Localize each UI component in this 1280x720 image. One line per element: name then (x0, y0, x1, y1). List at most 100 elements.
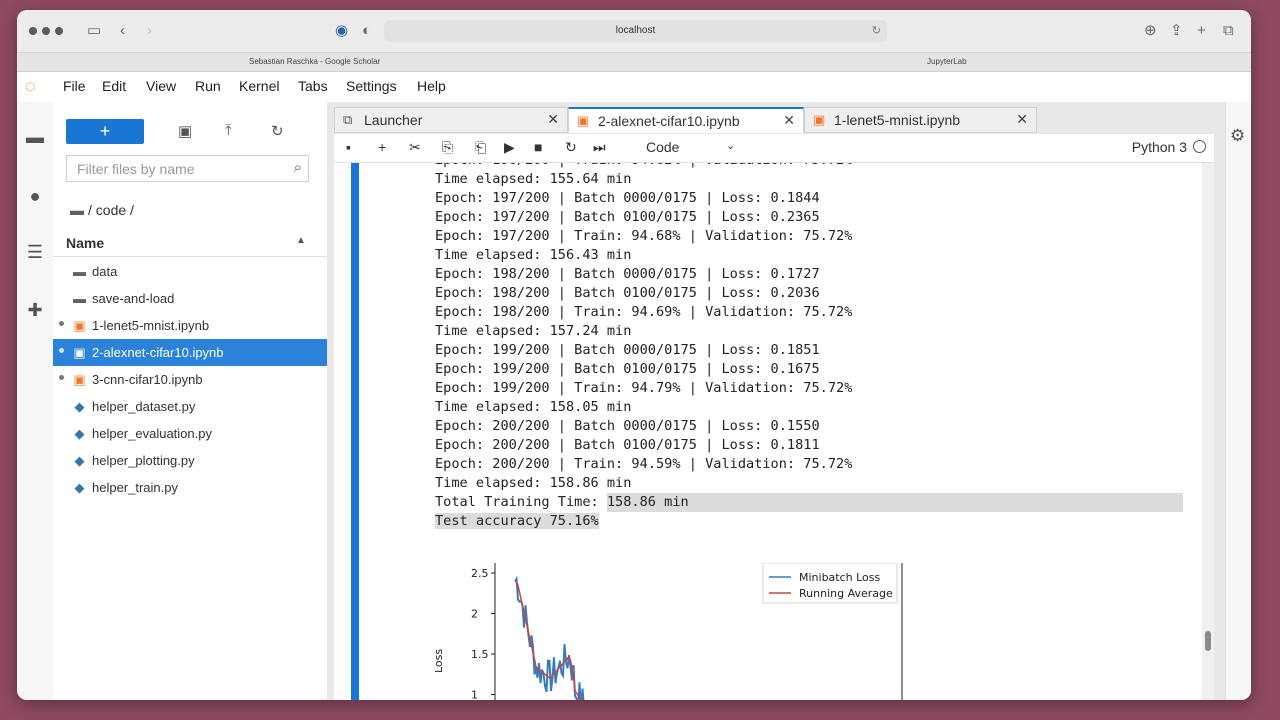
notebook-icon: ▣ (577, 113, 590, 128)
filter-files-input[interactable] (67, 156, 289, 182)
tab-launcher[interactable]: ⧉ Launcher ✕ (334, 107, 568, 133)
menu-view[interactable]: View (146, 78, 176, 94)
file-item[interactable]: ◆ helper_dataset.py (53, 393, 327, 420)
file-item[interactable]: ◆ helper_plotting.py (53, 447, 327, 474)
shield-icon[interactable]: ◐ (362, 22, 371, 40)
scrollbar-thumb[interactable] (1205, 631, 1211, 651)
forward-icon[interactable]: › (147, 22, 152, 40)
file-item[interactable]: ▬ save-and-load (53, 285, 327, 312)
output-line: Time elapsed: 158.05 min (435, 399, 632, 415)
cut-icon[interactable]: ✂ (409, 139, 421, 156)
right-sidebar: ⚙ (1225, 102, 1251, 700)
name-column-header[interactable]: Name (66, 235, 104, 251)
menu-tabs[interactable]: Tabs (298, 78, 328, 94)
menu-settings[interactable]: Settings (346, 78, 397, 94)
file-item[interactable]: ▣ 3-cnn-cifar10.ipynb (53, 366, 327, 393)
restart-icon[interactable]: ↻ (565, 139, 577, 156)
close-window-button[interactable] (29, 27, 37, 35)
tab-label: 2-alexnet-cifar10.ipynb (598, 113, 740, 129)
privacy-icon[interactable]: ◉ (335, 22, 348, 40)
notebook-toolbar: ▪ + ✂ ⎘ ⎗ ▶ ■ ↻ ⏭ Code ⌄ Python 3 (334, 134, 1214, 163)
notebook-icon: ▣ (73, 318, 86, 333)
stop-icon[interactable]: ■ (534, 139, 542, 155)
file-name: data (92, 264, 118, 279)
address-bar[interactable]: localhost ↻ (384, 20, 887, 42)
upload-icon[interactable]: ⤒ (225, 122, 232, 139)
refresh-icon[interactable]: ↻ (271, 122, 284, 140)
copy-icon[interactable]: ⎘ (442, 139, 453, 156)
browser-tab-jupyterlab[interactable]: JupyterLab (927, 57, 967, 66)
menu-kernel[interactable]: Kernel (239, 78, 279, 94)
menu-edit[interactable]: Edit (102, 78, 126, 94)
cell-type-select[interactable]: Code ⌄ (646, 139, 735, 155)
menu-run[interactable]: Run (195, 78, 221, 94)
insert-cell-icon[interactable]: + (378, 139, 386, 155)
share-icon[interactable]: ⇪ (1170, 22, 1183, 40)
output-line: Epoch: 200/200 | Train: 94.59% | Validat… (435, 456, 853, 472)
save-icon[interactable]: ▪ (346, 139, 351, 155)
minimize-window-button[interactable] (42, 27, 50, 35)
file-item[interactable]: ◆ helper_train.py (53, 474, 327, 501)
output-line: Epoch: 197/200 | Batch 0100/0175 | Loss:… (435, 209, 820, 225)
tab-overview-icon[interactable]: ⧉ (1223, 22, 1234, 40)
file-item[interactable]: ▣ 1-lenet5-mnist.ipynb (53, 312, 327, 339)
sort-ascending-icon: ▲ (296, 235, 306, 246)
file-name: save-and-load (92, 291, 175, 306)
python-icon: ◆ (74, 426, 85, 441)
file-list-header[interactable]: Name ▲ (53, 230, 327, 257)
minibatch-loss-line (514, 575, 585, 700)
menu-file[interactable]: File (63, 78, 86, 94)
output-line: Epoch: 199/200 | Train: 94.79% | Validat… (435, 380, 853, 396)
y-tick-label: 2 (471, 608, 478, 621)
sidebar-toggle-icon[interactable]: ▭ (87, 22, 101, 40)
file-item[interactable]: ▣ 2-alexnet-cifar10.ipynb (53, 339, 327, 366)
close-tab-icon[interactable]: ✕ (1016, 111, 1028, 128)
zoom-window-button[interactable] (55, 27, 63, 35)
folder-icon[interactable]: ▬ (70, 202, 84, 218)
kernel-status[interactable]: Python 3 (1132, 139, 1206, 155)
legend-average-label: Running Average (799, 587, 893, 600)
output-line: Time elapsed: 157.24 min (435, 323, 632, 339)
search-icon: ⌕ (293, 159, 302, 176)
output-line: Epoch: 198/200 | Batch 0100/0175 | Loss:… (435, 285, 820, 301)
output-line: Time elapsed: 158.86 min (435, 475, 632, 491)
new-tab-icon[interactable]: + (1197, 22, 1206, 40)
file-name: helper_plotting.py (92, 453, 195, 468)
python-icon: ◆ (74, 453, 85, 468)
close-tab-icon[interactable]: ✕ (783, 112, 795, 129)
cell-output-area[interactable]: Epoch: 196/200 | Train: 94.62% | Validat… (334, 163, 1214, 700)
tab-lenet-notebook[interactable]: ▣ 1-lenet5-mnist.ipynb ✕ (804, 107, 1037, 133)
run-icon[interactable]: ▶ (504, 139, 515, 156)
folder-icon[interactable]: ▬ (25, 127, 45, 147)
file-item[interactable]: ◆ helper_evaluation.py (53, 420, 327, 447)
notebook-icon: ▣ (73, 345, 86, 360)
paste-icon[interactable]: ⎗ (475, 139, 486, 156)
tab-alexnet-notebook[interactable]: ▣ 2-alexnet-cifar10.ipynb ✕ (568, 107, 804, 133)
open-indicator (59, 348, 64, 353)
menu-help[interactable]: Help (417, 78, 446, 94)
extensions-icon[interactable]: ✚ (25, 300, 45, 320)
breadcrumb: ▬ / code / (70, 202, 134, 218)
jupyter-logo-icon: ◌ (25, 76, 36, 96)
table-of-contents-icon[interactable]: ☰ (25, 242, 45, 262)
output-line: Epoch: 198/200 | Batch 0000/0175 | Loss:… (435, 266, 820, 282)
active-cell-indicator[interactable] (351, 163, 359, 700)
reload-icon[interactable]: ↻ (872, 20, 881, 42)
back-icon[interactable]: ‹ (120, 22, 125, 40)
new-folder-icon[interactable]: ▣ (178, 122, 192, 140)
running-kernels-icon[interactable]: ● (25, 186, 45, 206)
notebook-scrollbar[interactable] (1202, 163, 1214, 700)
output-line: Epoch: 197/200 | Train: 94.68% | Validat… (435, 228, 853, 244)
file-item[interactable]: ▬ data (53, 258, 327, 285)
property-inspector-gear-icon[interactable]: ⚙ (1230, 126, 1245, 146)
close-tab-icon[interactable]: ✕ (547, 111, 559, 128)
file-name: helper_evaluation.py (92, 426, 212, 441)
browser-tab-scholar[interactable]: Sebastian Raschka - Google Scholar (249, 57, 380, 66)
python-icon: ◆ (74, 480, 85, 495)
fast-forward-icon[interactable]: ⏭ (593, 139, 606, 156)
new-launcher-button[interactable]: + (66, 119, 144, 144)
notebook-panel: ▪ + ✂ ⎘ ⎗ ▶ ■ ↻ ⏭ Code ⌄ Python 3 Epoch:… (334, 134, 1214, 700)
folder-icon: ▬ (73, 291, 86, 306)
breadcrumb-path[interactable]: / code / (88, 202, 134, 218)
download-icon[interactable]: ⊕ (1144, 22, 1157, 40)
